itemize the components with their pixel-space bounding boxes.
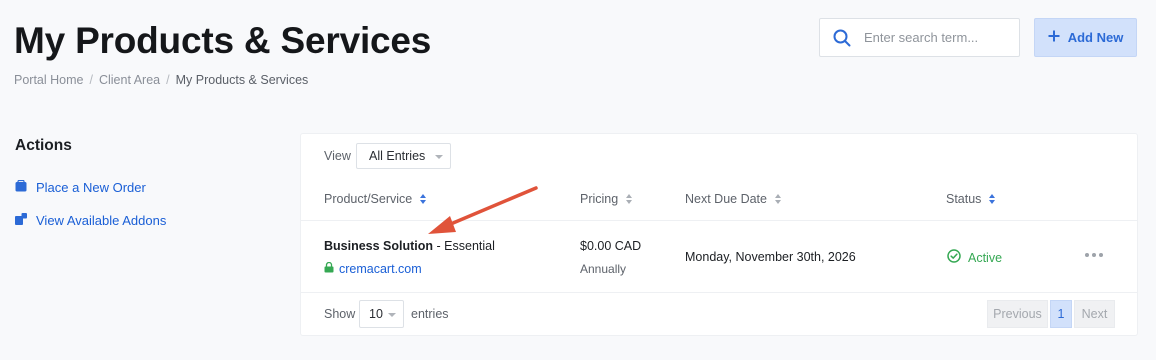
view-addons-label: View Available Addons [36,213,167,228]
column-header-status-label: Status [946,192,982,206]
product-domain-link[interactable]: cremacart.com [324,261,422,276]
search-box[interactable] [819,18,1020,57]
place-new-order-label: Place a New Order [36,180,146,195]
addons-icon [15,213,27,228]
view-filter-value: All Entries [369,149,426,163]
place-new-order-link[interactable]: Place a New Order [15,179,146,195]
page-1-button[interactable]: 1 [1050,300,1072,328]
view-label: View [324,149,351,163]
check-circle-icon [947,249,961,266]
next-page-button[interactable]: Next [1074,300,1115,328]
product-domain: cremacart.com [339,262,422,276]
billing-cycle: Annually [580,262,627,276]
chevron-down-icon [435,155,443,159]
lock-icon [324,261,334,276]
breadcrumb-separator: / [89,73,93,87]
products-table-panel: View All Entries Product/Service Pricing… [301,134,1137,335]
column-header-pricing[interactable]: Pricing [580,192,633,206]
entries-per-page-value: 10 [369,307,383,321]
column-header-product[interactable]: Product/Service [324,192,427,206]
add-new-label: Add New [1067,30,1124,45]
more-options-icon[interactable] [1085,253,1103,257]
sort-icon [989,194,996,204]
breadcrumb-portal-home[interactable]: Portal Home [14,73,83,87]
search-input[interactable] [864,30,1014,45]
product-price: $0.00 CAD [580,239,642,253]
sort-icon [774,194,781,204]
sort-icon [626,194,633,204]
status-badge: Active [947,249,1002,266]
view-filter-select[interactable]: All Entries [356,143,451,169]
entries-label: entries [411,307,449,321]
view-addons-link[interactable]: View Available Addons [15,213,166,228]
show-label: Show [324,307,356,321]
entries-per-page-select[interactable]: 10 [359,300,404,328]
sort-icon [420,194,427,204]
product-title: Business Solution [324,239,434,253]
breadcrumb-separator: / [166,73,170,87]
column-header-next-due-label: Next Due Date [685,192,767,206]
row-divider [301,220,1137,221]
search-icon[interactable] [820,29,864,47]
product-name[interactable]: Business Solution - Essential [324,239,495,253]
status-label: Active [968,250,1003,265]
breadcrumb: Portal Home / Client Area / My Products … [14,73,308,87]
column-header-product-label: Product/Service [324,192,413,206]
page-title: My Products & Services [14,20,432,61]
row-divider [301,292,1137,293]
chevron-down-icon [388,313,396,317]
breadcrumb-client-area[interactable]: Client Area [99,73,160,87]
product-variant: - Essential [433,239,495,253]
breadcrumb-current: My Products & Services [175,73,309,87]
next-due-date: Monday, November 30th, 2026 [685,250,856,264]
previous-page-button[interactable]: Previous [987,300,1048,328]
column-header-pricing-label: Pricing [580,192,619,206]
plus-icon [1048,30,1060,45]
add-new-button[interactable]: Add New [1034,18,1137,57]
column-header-next-due[interactable]: Next Due Date [685,192,781,206]
column-header-status[interactable]: Status [946,192,996,206]
cart-icon [15,179,27,195]
actions-title: Actions [15,137,72,154]
